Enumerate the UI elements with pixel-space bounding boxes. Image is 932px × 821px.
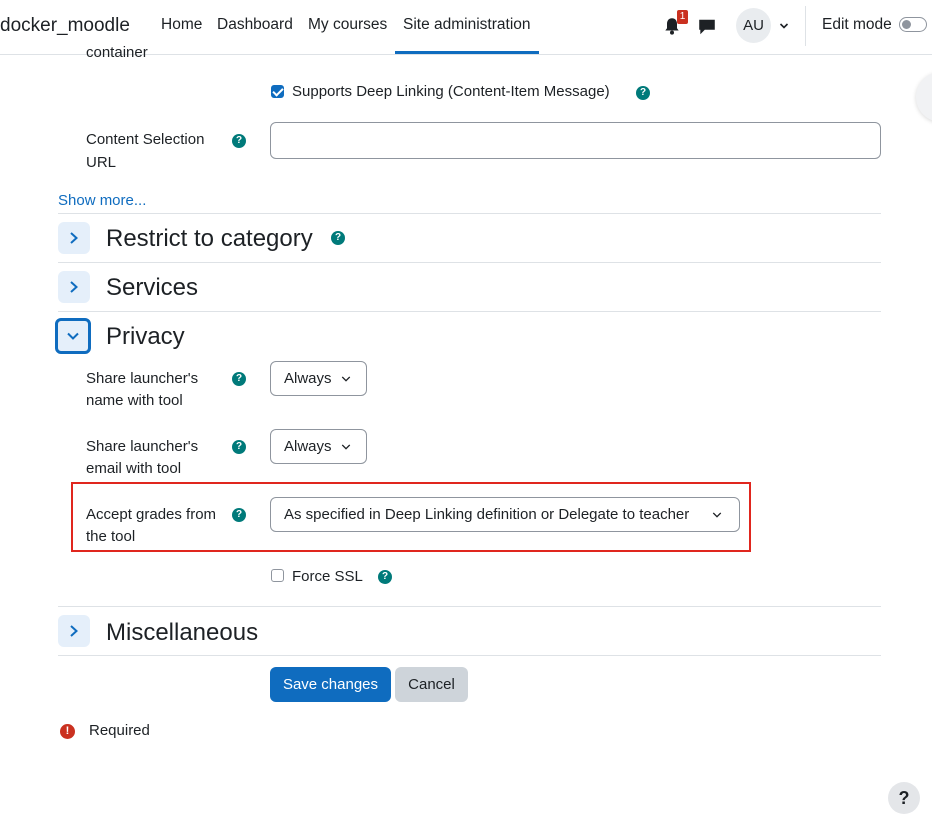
divider — [58, 311, 881, 312]
divider — [58, 262, 881, 263]
accept-grades-label: Accept grades from — [86, 506, 217, 523]
accept-grades-select[interactable]: As specified in Deep Linking definition … — [270, 497, 740, 532]
chat-icon[interactable] — [697, 17, 717, 37]
cut-off-label: container — [86, 44, 148, 60]
edit-mode-toggle[interactable] — [899, 17, 927, 32]
help-icon[interactable]: ? — [232, 508, 246, 522]
help-icon[interactable]: ? — [378, 570, 392, 584]
share-name-label-2: name with tool — [86, 392, 183, 409]
section-toggle-misc[interactable] — [58, 615, 90, 647]
nav-active-indicator — [395, 51, 539, 54]
content-selection-label: Content Selection — [86, 131, 205, 148]
help-icon[interactable]: ? — [331, 231, 345, 245]
help-button[interactable]: ? — [888, 782, 920, 814]
required-label: Required — [89, 722, 150, 739]
right-drawer-toggle[interactable] — [916, 72, 932, 122]
chevron-down-icon — [341, 376, 351, 382]
divider — [58, 606, 881, 607]
share-email-label: Share launcher's — [86, 438, 199, 455]
edit-mode-label: Edit mode — [822, 16, 892, 33]
section-toggle-services[interactable] — [58, 271, 90, 303]
cancel-button[interactable]: Cancel — [395, 667, 468, 702]
share-email-value: Always — [284, 438, 332, 455]
share-email-select[interactable]: Always — [270, 429, 367, 464]
chevron-right-icon — [70, 281, 78, 293]
accept-grades-value: As specified in Deep Linking definition … — [284, 506, 690, 523]
chevron-down-icon — [341, 444, 351, 450]
help-icon[interactable]: ? — [232, 440, 246, 454]
force-ssl-checkbox[interactable] — [271, 569, 284, 582]
chevron-down-icon — [67, 332, 79, 340]
chevron-right-icon — [70, 625, 78, 637]
nav-divider — [805, 6, 806, 46]
deep-linking-checkbox[interactable] — [271, 85, 284, 98]
help-icon[interactable]: ? — [232, 134, 246, 148]
content-selection-url-input[interactable] — [270, 122, 881, 159]
section-title-services[interactable]: Services — [106, 274, 198, 302]
chevron-down-icon — [712, 512, 722, 518]
share-name-value: Always — [284, 370, 332, 387]
help-icon[interactable]: ? — [232, 372, 246, 386]
deep-linking-label: Supports Deep Linking (Content-Item Mess… — [292, 83, 610, 100]
site-brand[interactable]: docker_moodle — [0, 15, 130, 37]
chevron-down-icon[interactable] — [779, 21, 789, 31]
divider — [58, 213, 881, 214]
help-icon[interactable]: ? — [636, 86, 650, 100]
force-ssl-label: Force SSL — [292, 568, 363, 585]
chevron-right-icon — [70, 232, 78, 244]
nav-home[interactable]: Home — [161, 16, 202, 34]
section-title-misc[interactable]: Miscellaneous — [106, 619, 258, 647]
share-name-select[interactable]: Always — [270, 361, 367, 396]
notification-badge: 1 — [677, 10, 688, 24]
share-email-label-2: email with tool — [86, 460, 182, 477]
share-name-label: Share launcher's — [86, 370, 199, 387]
divider — [58, 655, 881, 656]
show-more-link[interactable]: Show more... — [58, 192, 146, 209]
accept-grades-label-2: the tool — [86, 528, 136, 545]
nav-my-courses[interactable]: My courses — [308, 16, 387, 34]
section-title-restrict[interactable]: Restrict to category — [106, 225, 313, 253]
user-avatar[interactable]: AU — [736, 8, 771, 43]
required-icon: ! — [60, 724, 75, 739]
section-toggle-privacy[interactable] — [55, 318, 91, 354]
save-changes-button[interactable]: Save changes — [270, 667, 391, 702]
content-selection-label-2: URL — [86, 154, 117, 171]
section-toggle-restrict[interactable] — [58, 222, 90, 254]
section-title-privacy[interactable]: Privacy — [106, 323, 185, 351]
nav-dashboard[interactable]: Dashboard — [217, 16, 293, 34]
nav-site-administration[interactable]: Site administration — [403, 16, 531, 34]
